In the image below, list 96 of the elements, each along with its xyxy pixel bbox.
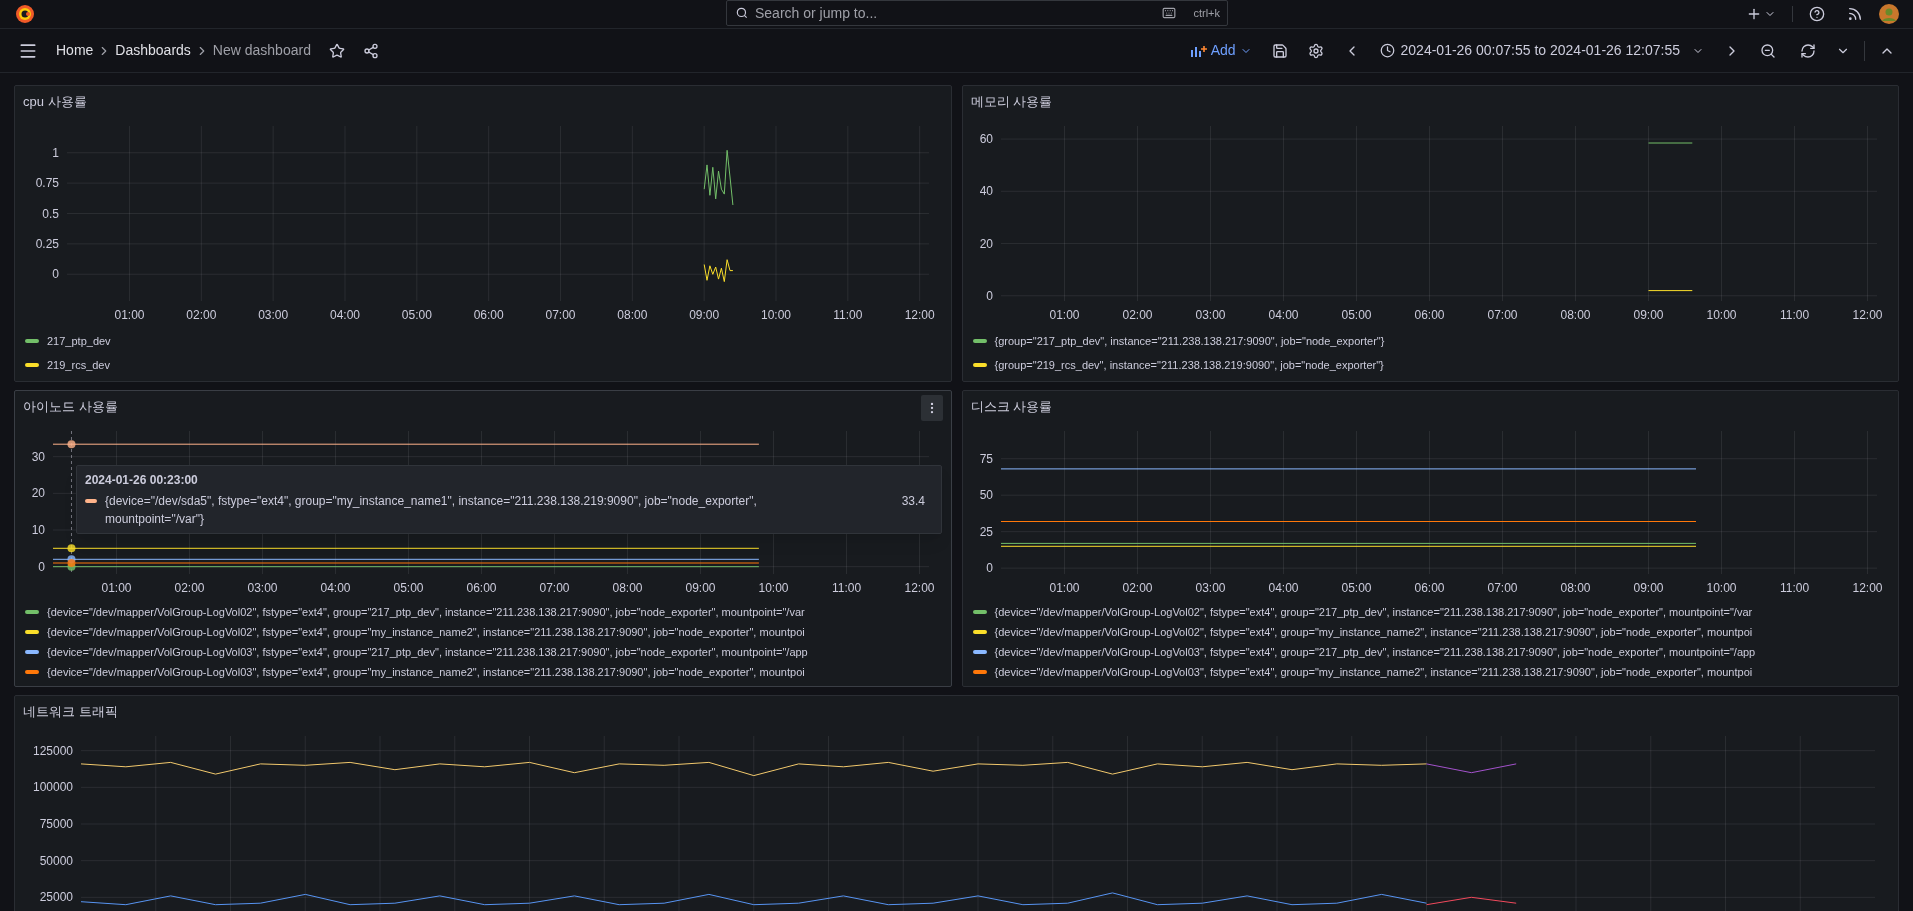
- axis-tick-label: 75000: [39, 817, 73, 831]
- axis-tick-label: 12:00: [1852, 308, 1883, 322]
- axis-tick-label: 08:00: [1560, 581, 1591, 595]
- tooltip-time: 2024-01-26 00:23:00: [85, 472, 199, 489]
- axis-tick-label: 11:00: [1779, 581, 1809, 595]
- axis-tick-label: 11:00: [831, 581, 862, 595]
- axis-tick-label: 03:00: [1195, 581, 1226, 595]
- legend-label[interactable]: {device="/dev/mapper/VolGroup-LogVol02", fstype="ext4", group="my_instance_name2", instance="211.238.138.217:9090", job="node_exporter", mountpoi: [47, 623, 805, 641]
- axis-tick-label: 10:00: [758, 581, 789, 595]
- axis-tick-label: 04:00: [1268, 308, 1299, 322]
- axis-tick-label: 01:00: [114, 308, 145, 322]
- axis-tick-label: 05:00: [393, 581, 424, 595]
- panel-title: 메모리 사용률: [970, 93, 1053, 112]
- axis-tick-label: 100000: [32, 780, 73, 795]
- axis-tick-label: 03:00: [258, 308, 289, 322]
- axis-tick-label: 07:00: [545, 308, 576, 322]
- axis-tick-label: 02:00: [1122, 308, 1153, 322]
- legend-label[interactable]: {device="/dev/mapper/VolGroup-LogVol02", fstype="ext4", group="217_ptp_dev", instance="211.238.138.217:9090", job="node_exporter", mountpoint="/var: [994, 603, 1753, 621]
- legend-label[interactable]: {device="/dev/mapper/VolGroup-LogVol03", fstype="ext4", group="my_instance_name2", instance="211.238.138.217:9090", job="node_exporter", mountpoi: [47, 663, 805, 681]
- axis-tick-label: 10: [31, 523, 45, 537]
- axis-tick-label: 125000: [32, 743, 73, 758]
- axis-tick-label: 50000: [39, 853, 73, 868]
- axis-tick-label: 0.5: [42, 206, 59, 221]
- legend-label[interactable]: 219_rcs_dev: [47, 356, 110, 374]
- axis-tick-label: 07:00: [1487, 581, 1518, 595]
- axis-tick-label: 09:00: [1633, 581, 1664, 595]
- axis-tick-label: 05:00: [1341, 581, 1372, 595]
- axis-tick-label: 01:00: [1049, 581, 1080, 595]
- axis-tick-label: 02:00: [186, 308, 217, 322]
- axis-tick-label: 03:00: [1195, 308, 1226, 322]
- axis-tick-label: 0.25: [35, 236, 59, 251]
- axis-tick-label: 06:00: [466, 581, 497, 595]
- axis-tick-label: 20: [31, 486, 45, 501]
- panel-title: cpu 사용률: [23, 93, 87, 112]
- axis-tick-label: 01:00: [101, 581, 132, 595]
- shortcut-hint: ctrl+k: [1193, 6, 1220, 21]
- axis-tick-label: 04:00: [320, 581, 351, 595]
- axis-tick-label: 04:00: [330, 308, 360, 322]
- panel-title: 네트워크 트래픽: [23, 703, 118, 722]
- axis-tick-label: 06:00: [473, 308, 504, 322]
- legend-label[interactable]: {device="/dev/mapper/VolGroup-LogVol03", fstype="ext4", group="217_ptp_dev", instance="211.238.138.217:9090", job="node_exporter", mountpoint="/app: [47, 643, 808, 661]
- breadcrumb-link[interactable]: New dashboard: [212, 40, 311, 61]
- axis-tick-label: 08:00: [612, 581, 643, 595]
- axis-tick-label: 75: [979, 451, 993, 466]
- axis-tick-label: 04:00: [1268, 581, 1299, 595]
- legend-label[interactable]: 217_ptp_dev: [47, 332, 111, 350]
- legend-label[interactable]: {group="217_ptp_dev", instance="211.238.138.217:9090", job="node_exporter"}: [994, 332, 1385, 350]
- breadcrumb-link[interactable]: Dashboards: [115, 40, 191, 61]
- axis-tick-label: 1: [52, 145, 59, 160]
- axis-tick-label: 12:00: [1852, 581, 1883, 595]
- axis-tick-label: 12:00: [904, 308, 935, 322]
- axis-tick-label: 08:00: [1560, 308, 1591, 322]
- axis-tick-label: 0.75: [35, 176, 59, 191]
- axis-tick-label: 30: [31, 449, 45, 464]
- axis-tick-label: 05:00: [1341, 308, 1372, 322]
- axis-tick-label: 0: [38, 559, 45, 574]
- axis-tick-label: 01:00: [1049, 308, 1080, 322]
- time-range-picker[interactable]: 2024-01-26 00:07:55 to 2024-01-26 12:07:55: [1373, 36, 1710, 65]
- axis-tick-label: 40: [979, 184, 993, 199]
- breadcrumb-link[interactable]: Home: [56, 40, 94, 61]
- axis-tick-label: 06:00: [1414, 308, 1445, 322]
- panel-title: 디스크 사용률: [970, 398, 1053, 417]
- add-button[interactable]: Add: [1184, 36, 1258, 65]
- axis-tick-label: 07:00: [539, 581, 570, 595]
- legend-label[interactable]: {device="/dev/mapper/VolGroup-LogVol03", fstype="ext4", group="my_instance_name2", instance="211.238.138.217:9090", job="node_exporter", mountpoi: [994, 663, 1753, 681]
- axis-tick-label: 02:00: [174, 581, 205, 595]
- axis-tick-label: 05:00: [401, 308, 432, 322]
- axis-tick-label: 25: [979, 524, 993, 539]
- legend-label[interactable]: {device="/dev/mapper/VolGroup-LogVol02", fstype="ext4", group="my_instance_name2", instance="211.238.138.217:9090", job="node_exporter", mountpoi: [994, 623, 1753, 641]
- axis-tick-label: 0: [985, 561, 993, 576]
- axis-tick-label: 11:00: [1779, 308, 1809, 322]
- axis-tick-label: 10:00: [761, 308, 791, 322]
- panel-title: 아이노드 사용률: [23, 398, 118, 417]
- axis-tick-label: 11:00: [833, 308, 863, 322]
- axis-tick-label: 09:00: [689, 308, 720, 322]
- axis-tick-label: 12:00: [904, 581, 935, 595]
- axis-tick-label: 0: [985, 288, 993, 303]
- axis-tick-label: 10:00: [1706, 308, 1737, 322]
- legend-label[interactable]: {device="/dev/mapper/VolGroup-LogVol03", fstype="ext4", group="217_ptp_dev", instance="211.238.138.217:9090", job="node_exporter", mountpoint="/app: [994, 643, 1756, 661]
- tooltip-series-label: {device="/dev/sda5", fstype="ext4", group="my_instance_name1", instance="211.238.138.219:9090", job="node_exporter", mountpoint="/var"}: [105, 493, 758, 528]
- axis-tick-label: 60: [979, 132, 993, 147]
- axis-tick-label: 09:00: [1633, 308, 1664, 322]
- axis-tick-label: 0: [52, 267, 59, 282]
- legend-label[interactable]: {group="219_rcs_dev", instance="211.238.138.219:9090", job="node_exporter"}: [994, 356, 1384, 374]
- axis-tick-label: 02:00: [1122, 581, 1153, 595]
- axis-tick-label: 10:00: [1706, 581, 1737, 595]
- axis-tick-label: 09:00: [685, 581, 716, 595]
- axis-tick-label: 03:00: [247, 581, 278, 595]
- axis-tick-label: 08:00: [617, 308, 648, 322]
- axis-tick-label: 50: [979, 488, 993, 503]
- axis-tick-label: 06:00: [1414, 581, 1445, 595]
- tooltip-value: 33.4: [901, 493, 926, 510]
- legend-label[interactable]: {device="/dev/mapper/VolGroup-LogVol02", fstype="ext4", group="217_ptp_dev", instance="211.238.138.217:9090", job="node_exporter", mountpoint="/var: [47, 603, 805, 621]
- axis-tick-label: 20: [979, 236, 993, 251]
- axis-tick-label: 25000: [39, 890, 73, 905]
- axis-tick-label: 07:00: [1487, 308, 1518, 322]
